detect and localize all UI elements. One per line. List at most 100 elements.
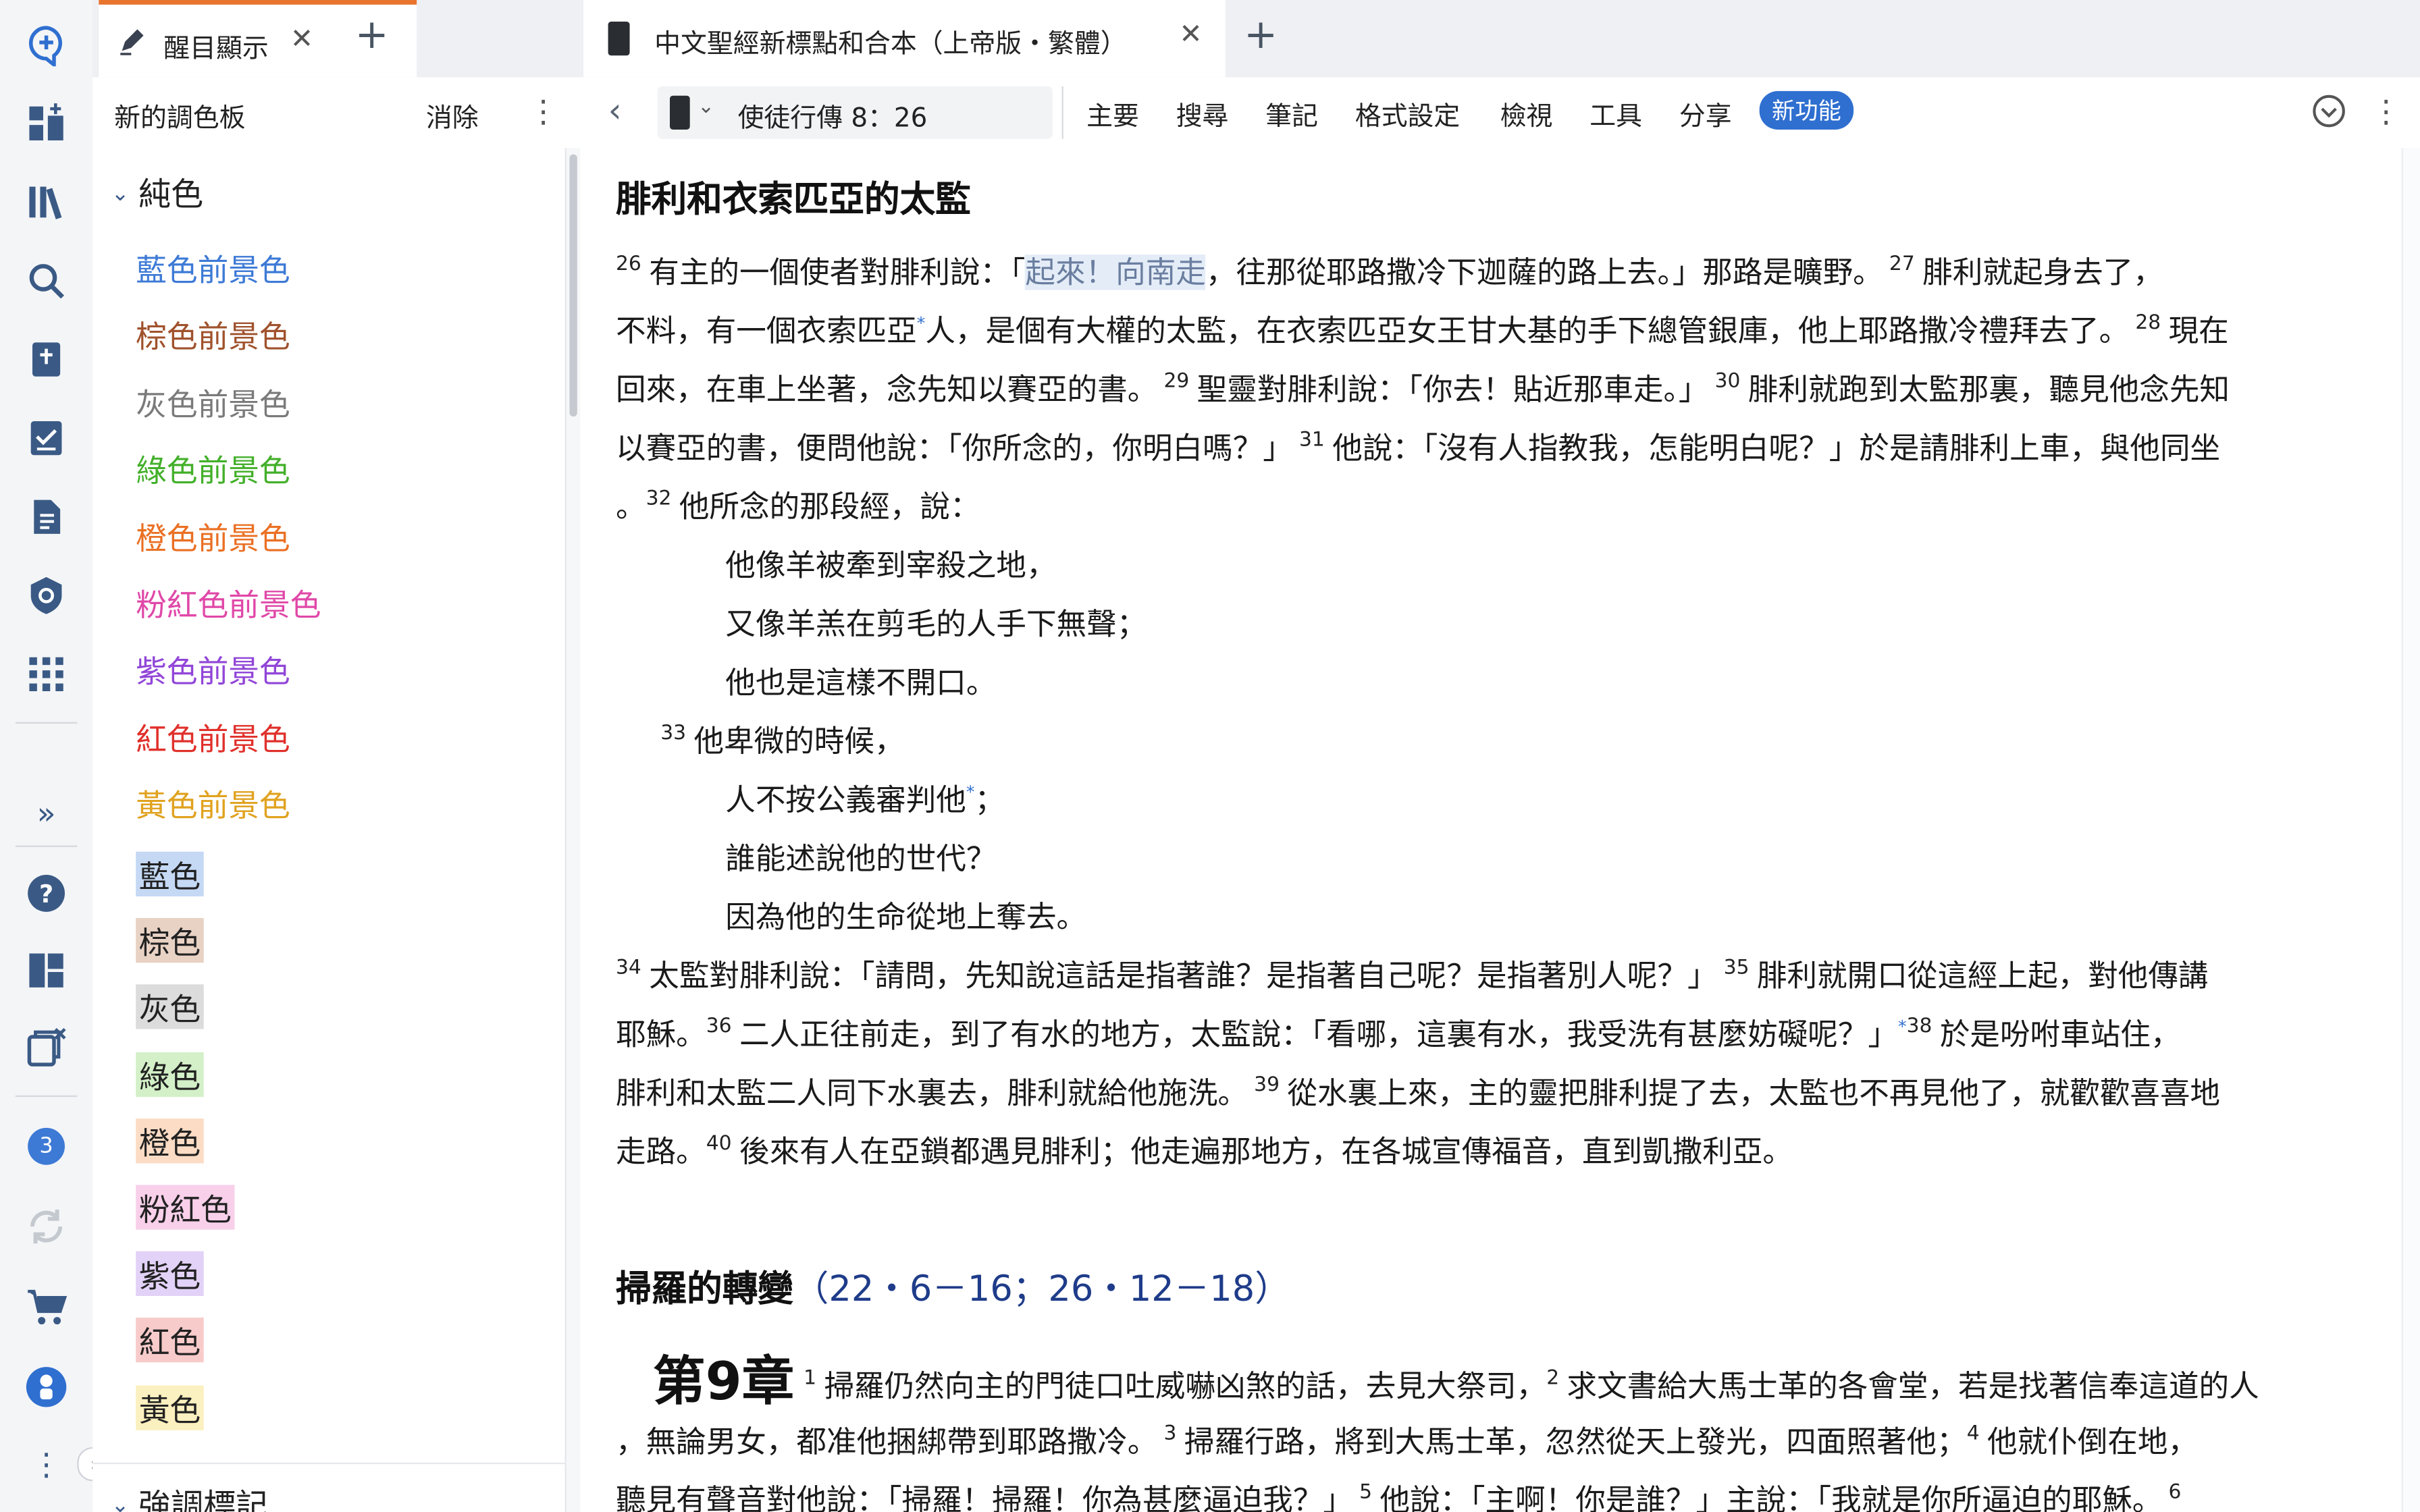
checklist-icon[interactable] [20,412,73,464]
highlight-color-item[interactable]: 藍色 [136,851,204,896]
add-tab-button[interactable]: + [355,12,389,59]
check-circle-icon[interactable] [2312,94,2346,128]
verse-number[interactable]: 29 [1163,371,1189,394]
footnote-marker[interactable]: * [1898,1017,1907,1037]
palette-scrollbar[interactable] [564,148,582,1512]
foreground-color-item[interactable]: 紫色前景色 [136,647,290,692]
verse-number[interactable]: 39 [1254,1074,1280,1097]
verse-number[interactable]: 30 [1715,371,1741,394]
verse-number[interactable]: 1 [804,1367,816,1390]
add-tab-button[interactable]: + [1244,12,1278,59]
verse-number[interactable]: 34 [616,956,641,979]
highlight-color-item[interactable]: 紫色 [136,1251,204,1297]
new-feature-badge[interactable]: 新功能 [1759,90,1854,130]
menu-view[interactable]: 檢視 [1500,94,1553,133]
svg-text:?: ? [39,880,53,909]
search-icon[interactable] [20,254,73,307]
foreground-color-item[interactable]: 灰色前景色 [136,379,290,424]
foreground-color-item[interactable]: 橙色前景色 [136,513,290,558]
verse-number[interactable]: 3 [1163,1422,1176,1445]
highlight-color-item[interactable]: 紅色 [136,1318,204,1364]
section-emphasis[interactable]: ⌄ 強調標記 [111,1481,269,1512]
poetry-line: 人不按公義審判他*； [725,774,1005,819]
menu-notes[interactable]: 筆記 [1265,94,1318,133]
poetry-line: 又像羊羔在剪毛的人手下無聲； [725,606,1147,642]
bible-book-icon [608,21,630,56]
close-tab-icon[interactable]: ✕ [1179,18,1202,51]
account-icon[interactable] [20,1361,73,1413]
resource-icon[interactable] [669,95,690,130]
section-solid[interactable]: ⌄ 純色 [111,169,204,216]
close-tab-icon[interactable]: ✕ [290,23,313,55]
cross-reference-link[interactable]: （22・6－16；26・12－18） [793,1270,1290,1310]
foreground-color-item[interactable]: 棕色前景色 [136,313,290,357]
footnote-marker[interactable]: * [966,782,975,803]
help-icon[interactable]: ? [20,867,73,920]
verse-number[interactable]: 2 [1546,1367,1559,1390]
verse-number[interactable]: 32 [646,487,672,510]
selected-text[interactable]: 起來！向南走 [1025,254,1206,290]
back-icon[interactable]: ‹ [608,92,622,131]
verse-number[interactable]: 33 [660,722,686,745]
menu-search[interactable]: 搜尋 [1176,94,1229,133]
verse-number[interactable]: 35 [1724,956,1750,979]
bible-icon[interactable] [20,333,73,386]
menu-tools[interactable]: 工具 [1589,94,1642,133]
bible-scrollbar[interactable] [2401,148,2420,1512]
highlight-color-item[interactable]: 灰色 [136,985,204,1030]
verse-number[interactable]: 4 [1967,1422,1980,1445]
cart-icon[interactable] [20,1280,73,1333]
foreground-color-item[interactable]: 黃色前景色 [136,781,290,826]
reference-box[interactable]: ⌄ 使徒行傳 8：26 [657,86,1053,139]
reference-input[interactable]: 使徒行傳 8：26 [738,96,928,134]
verse-number[interactable]: 31 [1299,429,1325,452]
foreground-color-item[interactable]: 綠色前景色 [136,446,290,491]
document-icon[interactable] [20,491,73,543]
menu-main[interactable]: 主要 [1086,94,1139,133]
foreground-color-item[interactable]: 藍色前景色 [136,245,290,290]
verse-number[interactable]: 36 [706,1015,732,1038]
footnote-marker[interactable]: * [917,313,926,333]
highlight-color-item[interactable]: 橙色 [136,1118,204,1163]
more-options-icon[interactable]: ⋮ [2371,92,2402,130]
verse-number[interactable]: 40 [706,1133,732,1156]
expand-rail-icon[interactable]: » [20,787,73,840]
menu-share[interactable]: 分享 [1679,94,1732,133]
sync-icon[interactable] [20,1200,73,1253]
app-logo-icon[interactable] [20,18,73,71]
poetry-line: 誰能述說他的世代？ [725,840,997,877]
verse-number[interactable]: 6 [2169,1481,2182,1504]
menu-formatting[interactable]: 格式設定 [1355,94,1460,133]
foreground-color-item[interactable]: 紅色前景色 [136,714,290,759]
more-rail-icon[interactable]: ⋮ [20,1438,73,1490]
clear-button[interactable]: 消除 [426,96,479,134]
palette-title[interactable]: 新的調色板 [114,96,245,134]
verse-text: 後來有人在亞鎖都遇見腓利；他走遍那地方，在各城宣傳福音，直到凱撒利亞。 [739,1133,1793,1170]
verse-number[interactable]: 38 [1907,1015,1932,1038]
right-tab-strip: 中文聖經新標點和合本（上帝版・繁體） ✕ + [580,0,2420,79]
close-panels-icon[interactable] [20,1021,73,1074]
highlight-color-item[interactable]: 黃色 [136,1384,204,1430]
apps-grid-icon[interactable] [20,648,73,701]
shield-icon[interactable] [20,569,73,622]
verse-text: 他說：「沒有人指教我，怎能明白呢？」於是請腓利上車，與他同坐 [1332,430,2221,466]
verse-number[interactable]: 27 [1889,253,1915,276]
verse-number[interactable]: 26 [616,253,641,276]
verse-number[interactable]: 5 [1359,1481,1372,1504]
foreground-color-item[interactable]: 粉紅色前景色 [136,580,321,624]
tab-label: 中文聖經新標點和合本（上帝版・繁體） [654,29,1127,61]
tab-label: 醒目顯示 [163,34,269,65]
heading-text: 掃羅的轉變 [615,1270,793,1310]
tab-bible[interactable]: 中文聖經新標點和合本（上帝版・繁體） ✕ [583,0,1226,78]
layout-icon[interactable] [20,944,73,997]
library-icon[interactable] [20,176,73,229]
chevron-down-icon[interactable]: ⌄ [698,96,714,119]
more-options-icon[interactable]: ⋮ [528,92,559,130]
highlight-color-item[interactable]: 棕色 [136,918,204,963]
verse-text: 耶穌。 [615,1017,706,1052]
add-panel-icon[interactable] [20,97,73,150]
highlight-color-item[interactable]: 粉紅色 [136,1185,235,1230]
verse-number[interactable]: 28 [2135,312,2161,335]
highlight-color-item[interactable]: 綠色 [136,1051,204,1097]
notification-badge[interactable]: 3 [20,1120,73,1172]
